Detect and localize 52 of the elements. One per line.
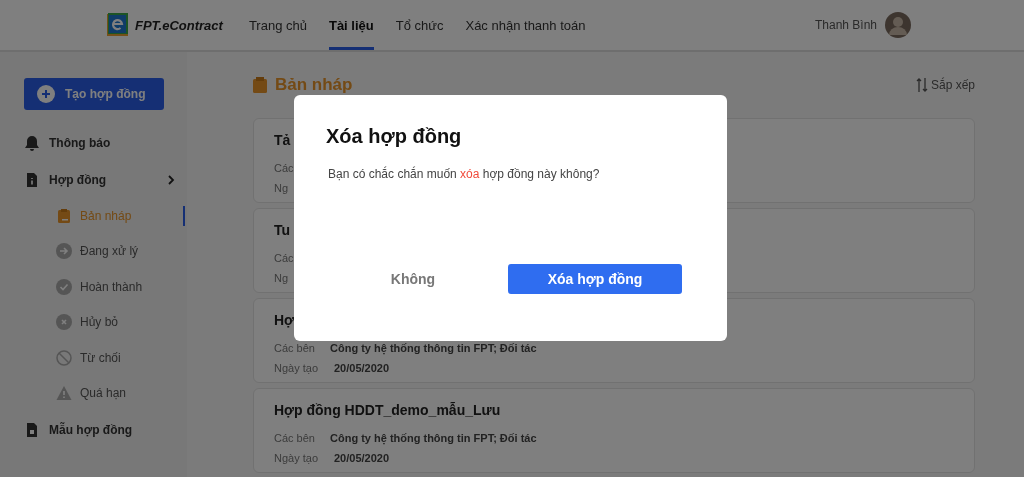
contract-title: Tả bbox=[274, 131, 291, 149]
sidebar-subitem[interactable]: Từ chối bbox=[24, 340, 187, 376]
nav-tab[interactable]: Tổ chức bbox=[395, 0, 444, 50]
parties-value: Công ty hệ thống thông tin FPT; Đối tác bbox=[330, 342, 537, 354]
contract-title: Hợp đồng HDDT_demo_mẫu_Lưu bbox=[274, 401, 501, 419]
sort-button[interactable]: Sắp xếp bbox=[915, 77, 975, 93]
contract-card[interactable]: Hợp đồng HDDT_demo_mẫu_Lưu Các bên Công ty hệ thống thông tin FPT; Đối tác Ngày tạo 20/05/2020 bbox=[253, 388, 975, 473]
field-label: Ngày tạo bbox=[274, 362, 320, 374]
parties-value: Công ty hệ thống thông tin FPT; Đối tác bbox=[330, 432, 537, 444]
document-icon bbox=[24, 171, 40, 188]
bell-icon bbox=[24, 134, 40, 151]
sidebar-subitem[interactable]: Quá hạn bbox=[24, 375, 187, 411]
date-value: 20/05/2020 bbox=[334, 362, 390, 374]
create-contract-button[interactable]: Tạo hợp đồng bbox=[24, 78, 164, 110]
field-label: Ng bbox=[274, 272, 290, 284]
field-label: Các bbox=[274, 162, 295, 174]
sidebar-item[interactable]: Mẫu hợp đồng bbox=[24, 411, 187, 448]
x-circle-icon bbox=[56, 314, 72, 331]
delete-button[interactable]: Xóa hợp đồng bbox=[508, 264, 682, 294]
document-icon bbox=[24, 421, 40, 438]
sidebar-subitem[interactable]: Hoàn thành bbox=[24, 269, 187, 305]
cancel-button[interactable]: Không bbox=[338, 265, 488, 293]
dialog-title: Xóa hợp đồng bbox=[326, 125, 463, 148]
nav-tab[interactable]: Xác nhận thanh toán bbox=[465, 0, 586, 50]
page-title: Bản nháp bbox=[275, 75, 353, 95]
field-label: Các bên bbox=[274, 342, 316, 354]
logo-text: FPT.eContract bbox=[135, 17, 223, 33]
field-label: Ng bbox=[274, 182, 290, 194]
user-name[interactable]: Thanh Bình bbox=[814, 18, 877, 32]
field-label: Các bbox=[274, 252, 295, 264]
contract-title: Hợ bbox=[274, 311, 295, 329]
field-label: Ngày tạo bbox=[274, 452, 320, 464]
sidebar-item[interactable]: Hợp đồng bbox=[24, 161, 187, 198]
contract-title: Tu bbox=[274, 221, 291, 239]
date-value: 20/05/2020 bbox=[334, 452, 390, 464]
nav-tab[interactable]: Tài liệu bbox=[328, 0, 374, 50]
arrow-circle-icon bbox=[56, 243, 72, 260]
nav-tab[interactable]: Trang chủ bbox=[248, 0, 307, 50]
ban-icon bbox=[56, 349, 72, 366]
avatar-icon[interactable] bbox=[885, 12, 911, 38]
warning-icon bbox=[56, 385, 72, 402]
dialog-message: Bạn có chắc chắn muốn xóa hợp đồng này không? bbox=[328, 167, 601, 181]
logo-icon bbox=[107, 13, 129, 37]
clipboard-icon bbox=[253, 77, 267, 93]
clipboard-icon bbox=[56, 207, 72, 224]
sidebar-subitem[interactable]: Đang xử lý bbox=[24, 233, 187, 269]
plus-icon bbox=[37, 85, 55, 103]
sidebar-subitem[interactable]: Hủy bỏ bbox=[24, 304, 187, 340]
sidebar-item[interactable]: Thông báo bbox=[24, 124, 187, 161]
field-label: Các bên bbox=[274, 432, 316, 444]
check-circle-icon bbox=[56, 278, 72, 295]
sort-icon bbox=[915, 77, 928, 93]
